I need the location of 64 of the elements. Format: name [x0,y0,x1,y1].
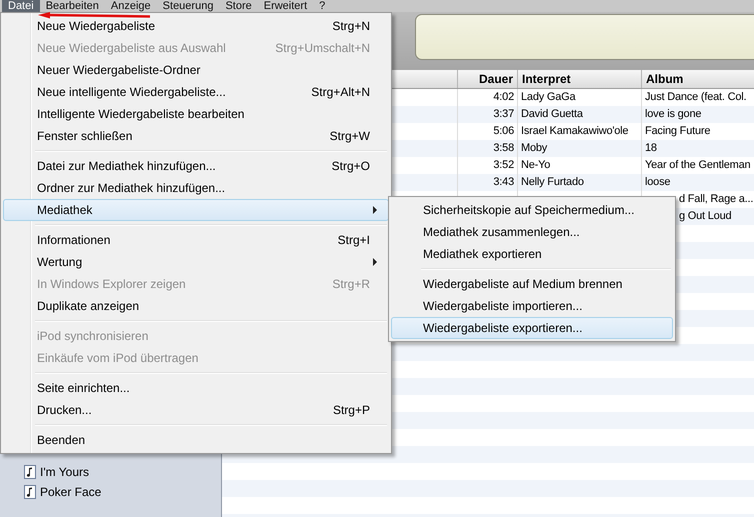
table-cell: loose [645,176,670,188]
menu-item[interactable]: Mediathek [3,199,389,221]
menu-item[interactable]: Beenden [3,429,389,451]
music-file-icon [24,465,36,479]
menu-bar-item[interactable]: Erweitert [258,0,314,12]
shortcut-label: Strg+R [332,277,370,291]
shortcut-label: Strg+N [332,19,370,33]
table-cell: Israel Kamakawiwo'ole [521,125,628,137]
table-cell: Year of the Gentleman [645,159,750,171]
menu-item[interactable]: Wiedergabeliste exportieren... [391,317,673,339]
menu-bar-item[interactable]: Datei [2,0,40,12]
menu-bar-item[interactable]: Anzeige [104,0,157,12]
shortcut-label: Strg+Alt+N [311,85,370,99]
menu-bar-item[interactable]: Steuerung [156,0,220,12]
menu-item[interactable]: Neue Wiedergabeliste Strg+N [3,15,389,37]
menu-item[interactable]: Neue intelligente Wiedergabeliste... Strg+Alt+N [3,81,389,103]
menu-item[interactable]: Intelligente Wiedergabeliste bearbeiten [3,103,389,125]
menu-item[interactable]: Wiedergabeliste auf Medium brennen [391,273,673,295]
table-cell: Nelly Furtado [521,176,584,188]
submenu-arrow-icon [372,258,378,266]
table-cell: Lady GaGa [521,91,576,103]
menu-item[interactable]: Seite einrichten... [3,377,389,399]
shortcut-label: Strg+W [330,129,370,143]
table-cell: David Guetta [521,108,583,120]
table-cell: 4:02 [493,91,514,103]
table-cell: 3:37 [493,108,514,120]
menu-item[interactable]: Mediathek zusammenlegen... [391,221,673,243]
table-cell: Moby [521,142,548,154]
table-cell: g Out Loud [679,210,732,222]
table-cell: Facing Future [645,125,710,137]
submenu-arrow-icon [372,206,378,214]
table-cell: 5:06 [493,125,514,137]
menu-bar-item[interactable]: ? [313,0,332,12]
menu-item[interactable]: Wiedergabeliste importieren... [391,295,673,317]
shortcut-label: Strg+I [338,233,370,247]
table-cell: d Fall, Rage a... [679,193,754,205]
table-cell: love is gone [645,108,702,120]
menu-bar-item[interactable]: Store [219,0,258,12]
menu-item[interactable]: Informationen Strg+I [3,229,389,251]
shortcut-label: Strg+P [332,403,370,417]
menu-item[interactable]: Fenster schließen Strg+W [3,125,389,147]
menu-item[interactable]: Datei zur Mediathek hinzufügen... Strg+O [3,155,389,177]
table-cell: 3:58 [493,142,514,154]
music-file-icon [24,485,36,499]
menu-item[interactable]: Neuer Wiedergabeliste-Ordner [3,59,389,81]
menu-item[interactable]: Sicherheitskopie auf Speichermedium... [391,199,673,221]
menu-item[interactable]: Ordner zur Mediathek hinzufügen... [3,177,389,199]
menu-item[interactable]: Wertung [3,251,389,273]
playlist-item[interactable]: I'm Yours [40,465,89,479]
table-cell: 3:52 [493,159,514,171]
menu-item[interactable]: Duplikate anzeigen [3,295,389,317]
playlist-item[interactable]: Poker Face [40,485,102,499]
menu-bar-item[interactable]: Bearbeiten [40,0,105,12]
table-cell: 3:43 [493,176,514,188]
menu-item[interactable]: Mediathek exportieren [391,243,673,265]
menu-item[interactable]: Drucken... Strg+P [3,399,389,421]
table-cell: Ne-Yo [521,159,550,171]
table-cell: Just Dance (feat. Col. [645,91,746,103]
shortcut-label: Strg+O [332,159,370,173]
column-header[interactable]: Album [641,70,754,88]
column-header[interactable]: Interpret [517,70,641,88]
column-header[interactable]: Dauer [457,70,517,88]
shortcut-label: Strg+Umschalt+N [275,41,370,55]
table-cell: 18 [645,142,657,154]
